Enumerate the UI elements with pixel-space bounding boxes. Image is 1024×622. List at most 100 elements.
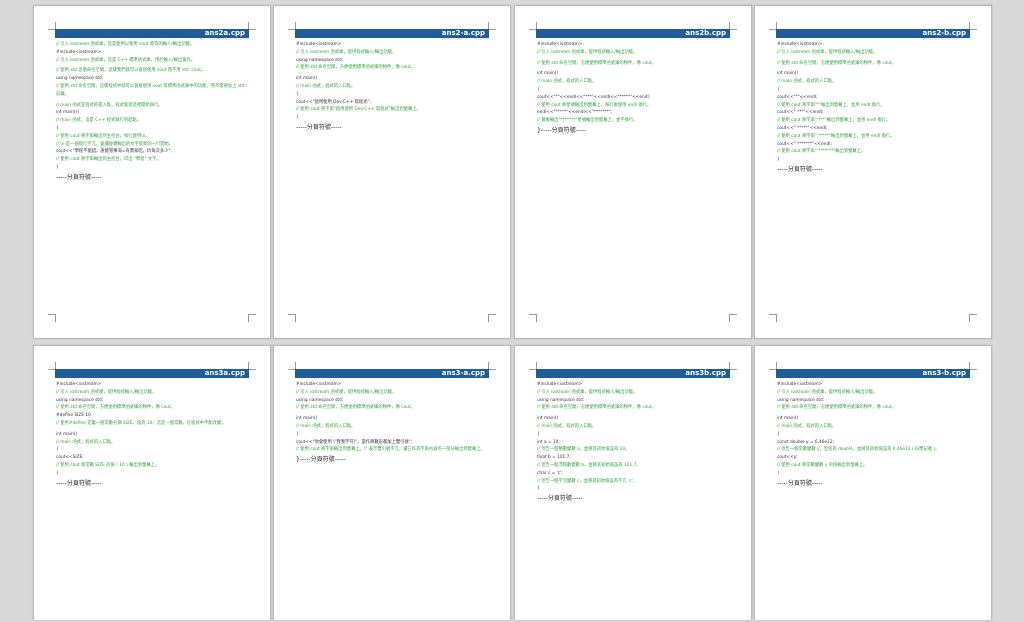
code-line: cout<<" *****"<<endl; <box>777 125 828 131</box>
code-line: } <box>296 115 299 121</box>
crop-mark <box>729 314 737 322</box>
code-line: int a = 10; <box>537 439 560 445</box>
document-page[interactable]: ans3b.cpp #include<iostream> // 引入 iostrea… <box>514 345 752 620</box>
page-body: #include<iostream> // 引入 iostream 函式庫，提供程… <box>296 41 492 132</box>
code-line: #include<iostream> <box>296 42 342 47</box>
file-name-title: ans2-b.cpp <box>922 29 967 37</box>
code-line: { <box>56 447 59 453</box>
file-name-title: ans2b.cpp <box>685 29 726 37</box>
code-line: using namespace std; <box>296 397 344 403</box>
code-comment-line: // 使用 cout 將常數變數 y 的值輸出到螢幕上。 <box>777 462 868 468</box>
document-page[interactable]: ans2a.cpp // 引入 iostream 函式庫，這是使用以使用 cout… <box>33 5 271 339</box>
file-name-title: ans3-b.cpp <box>922 369 967 377</box>
code-line: #include<iostream> <box>296 382 342 387</box>
code-line: } <box>777 470 780 476</box>
code-comment-line: // 宣告一個整數變數 a，並將其初始值設為 10。 <box>537 447 630 453</box>
code-comment-line: // main 函式，程式的入口點。 <box>537 79 597 85</box>
page-header-bar: ans2b.cpp <box>536 29 730 38</box>
code-line: { <box>777 86 780 92</box>
code-comment-line: // 宣告一個字元變數 c，並將其初始值設為字元 'c'。 <box>537 478 638 484</box>
code-line: } <box>56 470 59 476</box>
code-comment-line: // 使用#define 定義一個常數名稱 SIZE，值為 10，這是一個常數，… <box>56 420 226 426</box>
page-header-bar: ans2a.cpp <box>55 29 249 38</box>
code-comment-line: // 使用 std 命名空間，方便使用標準函式庫的物件，像 cout。 <box>777 60 896 66</box>
page-body: #include<iostream> // 引入 iostream 函式庫，提供程… <box>537 41 733 135</box>
code-line: int main() <box>537 71 559 77</box>
code-comment-line: // 引入 iostream 函式庫，提供程式輸入/輸出功能。 <box>777 389 878 395</box>
code-line: #include<iostream> <box>537 42 583 47</box>
code-line: } <box>537 486 540 492</box>
code-line: { <box>537 431 540 437</box>
code-comment-line: // 使用 std 命名空間，這樣程式中就可以直接使用 cout 等標準函式庫中… <box>56 83 248 97</box>
code-line: int main() <box>296 416 318 422</box>
code-line: } <box>777 157 780 163</box>
document-page[interactable]: ans3-b.cpp #include<iostream> // 引入 iostre… <box>754 345 992 620</box>
code-comment-line: // 引入 iostream 函式庫，提供程式輸入/輸出功能。 <box>296 49 397 55</box>
code-line: cout<<"*"<<endl<<"***"<<endl<<"*****"<<e… <box>537 94 651 100</box>
document-workspace: ans2a.cpp // 引入 iostream 函式庫，這是使用以使用 cout… <box>0 0 1024 622</box>
code-line: int main() <box>296 76 318 82</box>
code-comment-line: // 引入 iostream 函式庫，提供程式輸入/輸出功能。 <box>537 389 638 395</box>
code-comment-line: // 最後輸出"*******"星號輸出到螢幕上，並不換行。 <box>537 118 638 124</box>
page-body: #include<iostream> // 引入 iostream 函式庫，提供程… <box>777 381 973 488</box>
document-page[interactable]: ans3a.cpp #include<iostream> // 引入 iostrea… <box>33 345 271 620</box>
code-comment-line: // main 函式，程式的入口點。 <box>296 423 356 429</box>
code-comment-line: // 引入 iostream 函式庫，提供程式輸入/輸出功能。 <box>537 49 638 55</box>
code-line: const double y = 6.46e12; <box>777 439 835 445</box>
code-line: int main() <box>56 431 78 437</box>
file-name-title: ans3-a.cpp <box>441 369 485 377</box>
crop-mark <box>248 314 256 322</box>
code-comment-line: // 使用 cout 將常數 SIZE 的值 ( 10 ) 輸出到螢幕上。 <box>56 462 160 468</box>
code-comment-line: // 使用 std 命名空間，方便使用標準函式庫的物件，像 cout。 <box>537 60 656 66</box>
crop-mark <box>969 314 977 322</box>
crop-mark <box>248 362 256 370</box>
code-line: { <box>296 431 299 437</box>
code-comment-line: // main 函式是程式的進入點，程式會從這裡開始執行。 <box>56 102 163 108</box>
page-body: #include<iostream> // 引入 iostream 函式庫，提供程… <box>56 381 252 488</box>
crop-mark <box>969 362 977 370</box>
code-line: cout<<"啟用使用 Dev-C++ 寫程式"; <box>296 99 371 105</box>
code-comment-line: // \n 是一個換行字元，會讓接續輸出的文字從新的一行開始。 <box>56 141 174 147</box>
page-break-marker: -----分頁符號----- <box>56 479 102 487</box>
code-comment-line: // main 函式，程式的入口點。 <box>56 439 116 445</box>
code-line: int main() <box>777 416 799 422</box>
code-comment-line: // 使用 cout 將字串" ***"輸出到螢幕上，並用 endl 換行。 <box>777 118 891 124</box>
code-line: int main(){ <box>56 110 80 116</box>
crop-mark <box>48 314 56 322</box>
code-line: { <box>777 431 780 437</box>
crop-mark <box>769 314 777 322</box>
page-body: #include<iostream> // 引入 iostream 函式庫，提供程… <box>296 381 492 464</box>
page-body: // 引入 iostream 函式庫，這是使用以使用 cout 等等的輸入/輸出… <box>56 41 252 182</box>
code-line: #define SIZE 10 <box>56 413 91 419</box>
document-page[interactable]: ans3-a.cpp #include<iostream> // 引入 iostre… <box>273 345 511 620</box>
crop-mark <box>488 314 496 322</box>
code-comment-line: // 引入 iostream 函式庫，提供程式輸入/輸出功能。 <box>777 49 878 55</box>
page-body: #include<iostream> // 引入 iostream 函式庫，提供程… <box>537 381 733 503</box>
code-comment-line: // 使用 cout 將字串"啟用使用 Dev-C++ 寫程式"輸出到螢幕上。 <box>296 107 421 113</box>
code-line: #include<iostream> <box>777 382 823 387</box>
code-line: cout<<y; <box>777 455 798 461</box>
document-page[interactable]: ans2b.cpp #include<iostream> // 引入 iostrea… <box>514 5 752 339</box>
crop-mark <box>529 314 537 322</box>
document-page[interactable]: ans2-b.cpp #include<iostream> // 引入 iostre… <box>754 5 992 339</box>
code-line: cout<<"你會使用 \"我我字符\"，當作將數形都加上雙引號"; <box>296 439 413 445</box>
code-comment-line: // 使用 cout 將字串" *******"輸出到螢幕上。 <box>777 149 866 155</box>
code-line: } <box>56 164 59 170</box>
page-header-bar: ans3-b.cpp <box>776 369 970 378</box>
file-name-title: ans3a.cpp <box>204 369 245 377</box>
code-line: #include<iostream> <box>56 49 102 55</box>
code-line: cout<<"學程不能錯，誰能管事海=有賣家吃，均每次多少"; <box>56 149 172 155</box>
document-page[interactable]: ans2-a.cpp #include<iostream> // 引入 iostre… <box>273 5 511 339</box>
code-comment-line: // 使用 std 命名空間，方便使用標準函式庫的物件，像 cout。 <box>777 405 896 411</box>
code-comment-line: // 引入 iostream 函式庫，這是 C++ 標準函式庫，用於輸入/輸出操… <box>56 57 196 63</box>
code-comment-line: // main 函式，這是 C++ 程式執行的起點。 <box>56 118 142 124</box>
code-line: using namespace std; <box>296 57 344 63</box>
page-break-marker: }-----分頁符號----- <box>537 126 587 134</box>
crop-mark <box>729 362 737 370</box>
code-line: cout<<SIZE; <box>56 455 84 461</box>
crop-mark <box>729 22 737 30</box>
code-line: #include<iostream> <box>56 382 102 387</box>
page-break-marker: -----分頁符號----- <box>777 479 823 487</box>
file-name-title: ans2-a.cpp <box>441 29 485 37</box>
code-comment-line: // main 函式，程式的入口點。 <box>537 423 597 429</box>
